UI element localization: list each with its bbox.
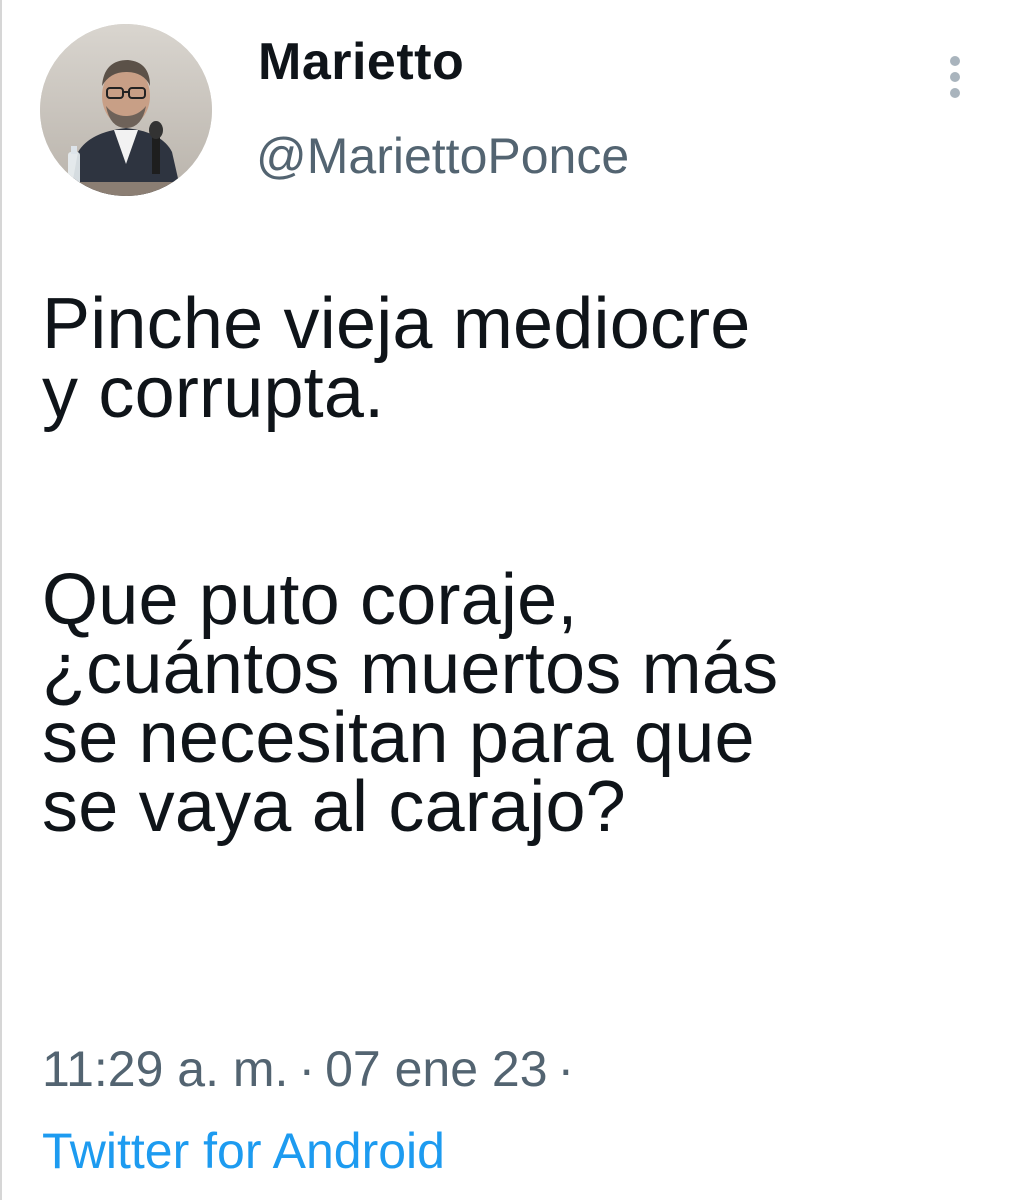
tweet: Marietto @MariettoPonce Pinche vieja med… — [0, 0, 1016, 1200]
more-vertical-icon[interactable] — [940, 52, 970, 100]
separator: · — [557, 1041, 575, 1097]
author-handle[interactable]: @MariettoPonce — [256, 131, 629, 181]
author-display-name[interactable]: Marietto — [258, 36, 464, 88]
tweet-paragraph: Pinche vieja mediocre y corrupta. — [42, 284, 751, 433]
more-dot — [950, 88, 960, 98]
tweet-text: Pinche vieja mediocre y corrupta. Que pu… — [42, 221, 992, 911]
tweet-date[interactable]: 07 ene 23 — [325, 1041, 547, 1097]
more-dot — [950, 72, 960, 82]
tweet-time[interactable]: 11:29 a. m. — [42, 1041, 288, 1097]
separator: · — [298, 1041, 316, 1097]
avatar-photo — [40, 24, 212, 196]
avatar[interactable] — [40, 24, 212, 196]
tweet-paragraph: Que puto coraje, ¿cuántos muertos más se… — [42, 560, 779, 847]
tweet-source-link[interactable]: Twitter for Android — [42, 1126, 445, 1176]
tweet-metadata: 11:29 a. m. · 07 ene 23 · — [42, 1044, 584, 1094]
more-dot — [950, 56, 960, 66]
